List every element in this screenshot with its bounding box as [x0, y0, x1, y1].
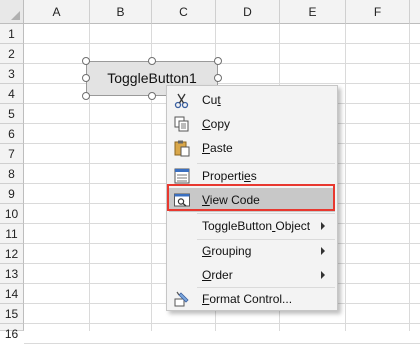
scissors-icon — [173, 91, 191, 109]
row-header-3[interactable]: 3 — [0, 64, 24, 84]
menu-item-label: Format Control... — [202, 292, 293, 306]
menu-item-cut[interactable]: Cut — [169, 88, 335, 112]
column-header-g-partial[interactable] — [410, 0, 420, 24]
column-header-b[interactable]: B — [90, 0, 152, 24]
row-header-12[interactable]: 12 — [0, 244, 24, 264]
row-header-4[interactable]: 4 — [0, 84, 24, 104]
gridline — [24, 43, 420, 44]
menu-item-label: ToggleButton Object — [202, 219, 311, 233]
row-header-10[interactable]: 10 — [0, 204, 24, 224]
menu-item-label: Copy — [202, 117, 231, 131]
row-header-9[interactable]: 9 — [0, 184, 24, 204]
column-header-c[interactable]: C — [152, 0, 216, 24]
resize-handle-bottom[interactable] — [148, 92, 156, 100]
gridline — [24, 83, 420, 84]
row-header-6[interactable]: 6 — [0, 124, 24, 144]
gridline — [409, 24, 410, 331]
menu-item-label: Cut — [202, 93, 221, 107]
row-header-13[interactable]: 13 — [0, 264, 24, 284]
column-header-f[interactable]: F — [346, 0, 410, 24]
format-control-icon — [173, 290, 191, 308]
view-code-highlight — [167, 184, 335, 211]
menu-item-togglebutton-object[interactable]: ToggleButton Object — [169, 214, 335, 238]
menu-item-grouping[interactable]: Grouping — [169, 239, 335, 263]
spreadsheet: A B C D E F 1 2 3 4 5 6 7 8 9 10 11 12 13 14 15 16 Togg… — [0, 0, 420, 344]
submenu-arrow-icon — [321, 222, 325, 230]
row-header-11[interactable]: 11 — [0, 224, 24, 244]
row-header-7[interactable]: 7 — [0, 144, 24, 164]
select-all-corner[interactable] — [0, 0, 24, 24]
row-header-5[interactable]: 5 — [0, 104, 24, 124]
resize-handle-top-left[interactable] — [82, 57, 90, 65]
menu-item-format-control[interactable]: Format Control... — [169, 287, 335, 311]
menu-item-label: Grouping — [202, 244, 252, 258]
gridline — [24, 323, 420, 324]
row-header-15[interactable]: 15 — [0, 304, 24, 324]
column-header-a[interactable]: A — [24, 0, 90, 24]
resize-handle-left[interactable] — [82, 74, 90, 82]
submenu-arrow-icon — [321, 247, 325, 255]
row-header-2[interactable]: 2 — [0, 44, 24, 64]
row-header-1[interactable]: 1 — [0, 24, 24, 44]
row-header-16[interactable]: 16 — [0, 324, 24, 341]
menu-item-paste[interactable]: Paste — [169, 136, 335, 160]
resize-handle-top[interactable] — [148, 57, 156, 65]
row-header-8[interactable]: 8 — [0, 164, 24, 184]
resize-handle-top-right[interactable] — [214, 57, 222, 65]
resize-handle-right[interactable] — [214, 74, 222, 82]
resize-handle-bottom-left[interactable] — [82, 92, 90, 100]
menu-item-copy[interactable]: Copy — [169, 112, 335, 136]
menu-item-order[interactable]: Order — [169, 263, 335, 287]
column-header-e[interactable]: E — [280, 0, 346, 24]
paste-icon — [173, 139, 191, 157]
row-header-14[interactable]: 14 — [0, 284, 24, 304]
copy-icon — [173, 115, 191, 133]
menu-item-label: Order — [202, 268, 233, 282]
column-header-d[interactable]: D — [216, 0, 280, 24]
gridline — [345, 24, 346, 331]
select-all-triangle-icon — [11, 11, 20, 20]
properties-icon — [173, 167, 191, 185]
menu-item-label: Paste — [202, 141, 233, 155]
submenu-arrow-icon — [321, 271, 325, 279]
